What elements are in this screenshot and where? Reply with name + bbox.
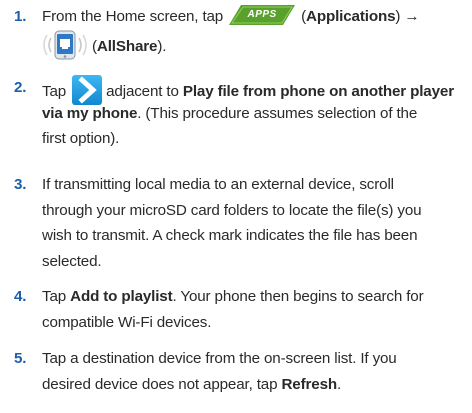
step-text-line: selected. (42, 252, 102, 270)
step-text-line: compatible Wi-Fi devices. (42, 313, 212, 331)
allshare-icon (42, 30, 88, 60)
applications-label: Applications (306, 8, 396, 25)
step-text: From the Home screen, tap APPS (Applicatio… (42, 4, 468, 59)
paren: ). (157, 37, 167, 55)
step-text-line: through your microSD card folders to loc… (42, 201, 422, 219)
step-number: 4. (14, 288, 27, 305)
step-number: 2. (14, 79, 27, 96)
step-text-span: . (This procedure assumes selection of t… (137, 104, 418, 122)
allshare-label: AllShare (96, 37, 158, 55)
arrow-text: ) → (395, 8, 420, 25)
step-text-span: Tap (42, 288, 67, 305)
step-text-span: desired device does not appear, tap (42, 375, 278, 393)
step-text-span: Tap (42, 83, 67, 100)
step-text: Tap adjacent to Play file from phone on … (42, 75, 468, 152)
step-number: 5. (14, 350, 27, 367)
step-text: Tap a destination device from the on-scr… (42, 346, 468, 397)
step-text: Tap Add to playlist. Your phone then beg… (42, 284, 468, 335)
option-label: Play file from phone on another player (182, 83, 454, 100)
step-text-span: . (337, 375, 342, 393)
step-text-span: . Your phone then begins to search for (172, 288, 424, 305)
option-label: via my phone (42, 104, 138, 122)
step-text-line: wish to transmit. A check mark indicates… (42, 227, 418, 244)
add-to-playlist-label: Add to playlist (70, 288, 173, 305)
step-text-span: first option). (42, 130, 120, 147)
step-number: 3. (14, 176, 27, 193)
step-text: If transmitting local media to an extern… (42, 172, 468, 274)
step-text-line: If transmitting local media to an extern… (42, 176, 394, 193)
step-text-span: From the Home screen, tap (42, 8, 224, 25)
step-text-span: adjacent to (106, 83, 179, 100)
step-text-line: Tap a destination device from the on-scr… (42, 350, 397, 367)
refresh-label: Refresh (281, 375, 337, 393)
apps-icon: APPS (229, 5, 296, 25)
apps-icon-text: APPS (247, 9, 277, 20)
step-number: 1. (14, 8, 27, 25)
